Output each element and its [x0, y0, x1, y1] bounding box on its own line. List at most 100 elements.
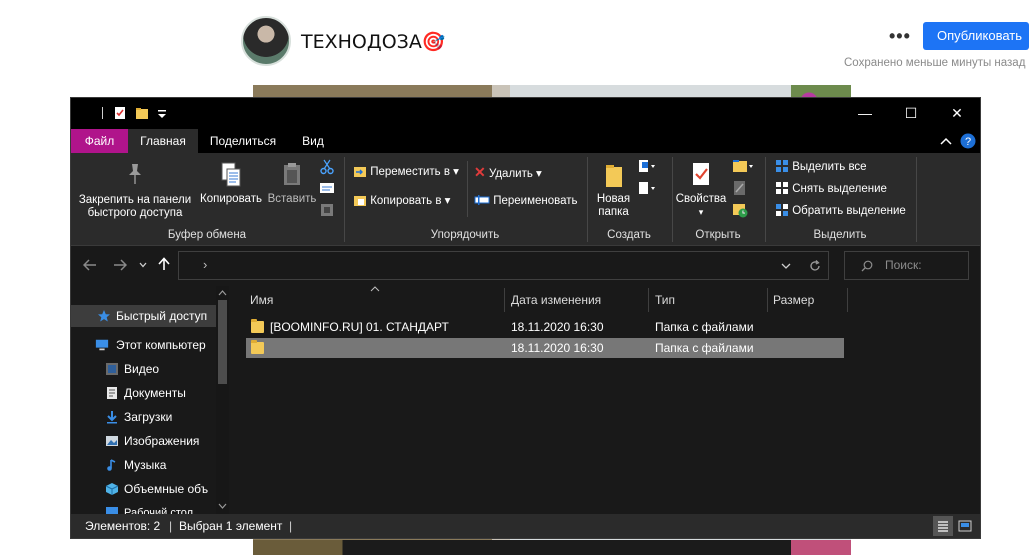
- address-dropdown-icon[interactable]: [781, 263, 791, 269]
- scroll-down-icon[interactable]: [218, 503, 227, 509]
- properties-button[interactable]: Свойства ▾: [673, 161, 729, 219]
- column-header-name[interactable]: Имя: [250, 288, 273, 312]
- sidebar-item-label: Документы: [124, 386, 186, 400]
- new-item-icon[interactable]: [638, 159, 656, 173]
- file-date: 18.11.2020 16:30: [511, 320, 604, 334]
- large-icons-view-button[interactable]: [955, 516, 975, 536]
- copy-label: Копировать: [200, 193, 262, 205]
- paste-button[interactable]: Вставить: [267, 161, 317, 206]
- select-none-button[interactable]: Снять выделение: [775, 180, 887, 198]
- copy-to-label: Копировать в: [370, 195, 442, 207]
- move-to-button[interactable]: Переместить в ▾: [353, 163, 459, 181]
- open-icon[interactable]: [732, 159, 754, 173]
- new-folder-label-1: Новая: [596, 193, 631, 205]
- downloads-icon: [107, 411, 117, 424]
- select-all-label: Выделить все: [792, 161, 867, 173]
- edit-icon[interactable]: [733, 180, 747, 196]
- customize-quick-access-icon[interactable]: [155, 106, 169, 120]
- file-list: Имя Дата изменения Тип Размер [BOOMINFO.…: [231, 286, 980, 514]
- new-folder-quick-icon[interactable]: [135, 106, 149, 120]
- recent-locations-icon[interactable]: [139, 262, 147, 268]
- properties-label: Свойства: [675, 193, 727, 205]
- history-icon[interactable]: [732, 202, 748, 218]
- column-separator[interactable]: [504, 288, 505, 312]
- tab-home[interactable]: Главная: [128, 129, 198, 153]
- channel-name[interactable]: ТЕХНОДОЗА🎯: [301, 30, 446, 53]
- scrollbar-thumb[interactable]: [218, 300, 227, 384]
- navigation-scrollbar[interactable]: [216, 286, 229, 514]
- sidebar-item-quick-access[interactable]: Быстрый доступ: [71, 305, 216, 327]
- sidebar-item-this-pc[interactable]: Этот компьютер: [71, 334, 216, 356]
- forward-icon[interactable]: [113, 259, 127, 271]
- avatar[interactable]: [241, 16, 291, 66]
- publish-button[interactable]: Опубликовать: [923, 22, 1029, 50]
- help-icon[interactable]: ?: [960, 133, 976, 149]
- selected-count: Выбран 1 элемент: [179, 519, 283, 533]
- file-row-selected[interactable]: 18.11.2020 16:30 Папка с файлами: [246, 338, 844, 358]
- select-all-button[interactable]: Выделить все: [775, 158, 867, 176]
- cut-icon[interactable]: [320, 159, 334, 175]
- copy-path-icon[interactable]: [319, 182, 335, 194]
- svg-text:?: ?: [965, 136, 971, 148]
- file-row[interactable]: [BOOMINFO.RU] 01. СТАНДАРТ 18.11.2020 16…: [246, 317, 844, 337]
- column-header-size[interactable]: Размер: [773, 288, 814, 312]
- sort-ascending-icon: [370, 286, 380, 292]
- sidebar-item-pictures[interactable]: Изображения: [71, 430, 216, 452]
- tab-share[interactable]: Поделиться: [198, 129, 288, 153]
- collapse-ribbon-icon[interactable]: [940, 137, 952, 145]
- article-image-bottom: [253, 540, 851, 555]
- column-separator[interactable]: [767, 288, 768, 312]
- invert-selection-button[interactable]: Обратить выделение: [775, 202, 906, 220]
- paste-shortcut-icon[interactable]: [320, 203, 334, 217]
- sidebar-item-video[interactable]: Видео: [71, 358, 216, 380]
- pin-label-2: быстрого доступа: [87, 207, 183, 219]
- column-header-type[interactable]: Тип: [655, 288, 675, 312]
- refresh-icon[interactable]: [809, 260, 821, 272]
- scroll-up-icon[interactable]: [218, 290, 227, 296]
- new-folder-button[interactable]: Новая папка: [591, 161, 636, 219]
- delete-icon: ✕: [474, 164, 486, 180]
- column-header-date[interactable]: Дата изменения: [511, 288, 601, 312]
- select-none-label: Снять выделение: [792, 183, 887, 195]
- paste-icon: [284, 163, 300, 185]
- close-button[interactable]: ✕: [934, 98, 980, 129]
- up-icon[interactable]: [158, 257, 170, 271]
- titlebar-separator: [102, 107, 103, 119]
- pin-quick-access-button[interactable]: Закрепить на панели быстрого доступа: [77, 161, 193, 220]
- paste-label: Вставить: [267, 193, 317, 205]
- copy-button[interactable]: Копировать: [197, 161, 265, 206]
- properties-quick-icon[interactable]: [113, 106, 127, 120]
- sidebar-item-3d-objects[interactable]: Объемные объ: [71, 478, 216, 500]
- details-view-button[interactable]: [933, 516, 953, 536]
- maximize-button[interactable]: ☐: [888, 98, 934, 129]
- sidebar-item-label: Рабочий стол: [124, 507, 194, 514]
- clipboard-group-label: Буфер обмена: [167, 229, 247, 241]
- new-folder-icon: [605, 165, 622, 187]
- delete-button[interactable]: ✕ Удалить ▾: [474, 163, 542, 181]
- pin-icon: [129, 164, 141, 184]
- column-separator[interactable]: [847, 288, 848, 312]
- sidebar-item-desktop[interactable]: Рабочий стол: [71, 502, 216, 514]
- search-field[interactable]: Поиск:: [844, 251, 969, 280]
- ribbon-tabs: Файл Главная Поделиться Вид ?: [71, 129, 980, 153]
- sidebar-item-music[interactable]: Музыка: [71, 454, 216, 476]
- move-to-icon: [354, 167, 366, 177]
- navigation-pane: Быстрый доступ Этот компьютер Видео Доку…: [71, 286, 229, 514]
- copy-to-button[interactable]: Копировать в ▾: [353, 192, 450, 210]
- more-options-button[interactable]: •••: [889, 26, 911, 47]
- copy-icon: [221, 162, 241, 187]
- back-icon[interactable]: [83, 259, 97, 271]
- tab-view[interactable]: Вид: [288, 129, 338, 153]
- status-separator: |: [289, 519, 293, 533]
- sidebar-item-downloads[interactable]: Загрузки: [71, 406, 216, 428]
- address-bar[interactable]: ›: [178, 251, 829, 280]
- easy-access-icon[interactable]: [638, 181, 656, 195]
- tab-file[interactable]: Файл: [71, 129, 128, 153]
- minimize-button[interactable]: —: [842, 98, 888, 129]
- organize-group-label: Упорядочить: [430, 229, 500, 241]
- rename-button[interactable]: Переименовать: [474, 192, 578, 210]
- properties-dropdown-icon[interactable]: ▾: [673, 206, 729, 219]
- column-separator[interactable]: [648, 288, 649, 312]
- sidebar-item-label: Изображения: [124, 434, 200, 448]
- sidebar-item-documents[interactable]: Документы: [71, 382, 216, 404]
